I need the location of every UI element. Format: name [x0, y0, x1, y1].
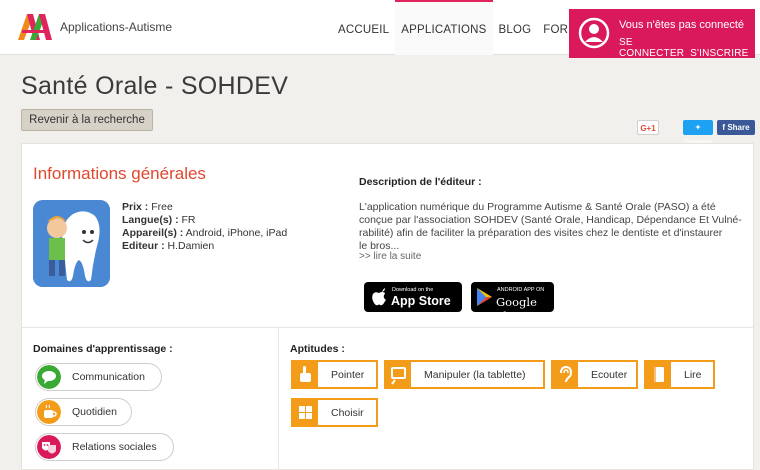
app-store-big-text: App Store	[391, 294, 451, 308]
facebook-share-button[interactable]: f Share	[717, 120, 755, 135]
google-play-big-text: Google play	[496, 295, 537, 323]
login-links: SE CONNECTER S'INSCRIRE	[619, 37, 755, 59]
aptitude-label: Choisir	[331, 407, 364, 419]
domain-quotidien[interactable]: Quotidien	[35, 398, 132, 426]
google-play-badge[interactable]: ANDROID APP ON Google play	[471, 282, 554, 323]
tablet-icon	[386, 362, 411, 387]
description-line: conçue par l'association SOHDEV (Santé O…	[359, 214, 742, 226]
domain-relations-sociales[interactable]: Relations sociales	[35, 433, 174, 461]
main-nav: ACCUEIL APPLICATIONS BLOG FORUM	[332, 0, 592, 55]
price-label: Prix :	[122, 201, 149, 213]
nav-applications[interactable]: APPLICATIONS	[395, 0, 493, 55]
tweet-button[interactable]: ✦ Tweeter	[683, 120, 713, 147]
description-text: L'application numérique du Programme Aut…	[359, 201, 751, 253]
aptitude-pointer[interactable]: Pointer	[291, 360, 378, 389]
devices-label: Appareil(s) :	[122, 227, 184, 239]
language-label: Langue(s) :	[122, 214, 179, 226]
theater-masks-icon	[37, 435, 61, 459]
google-play-icon	[477, 288, 492, 306]
aptitude-lire[interactable]: Lire	[644, 360, 715, 389]
apple-icon	[372, 288, 386, 306]
connect-link[interactable]: SE CONNECTER	[619, 37, 684, 59]
grid-icon	[293, 400, 318, 425]
domains-title: Domaines d'apprentissage :	[33, 343, 173, 355]
publisher-value: H.Damien	[167, 240, 215, 252]
domain-label: Quotidien	[72, 406, 117, 418]
section-divider	[22, 327, 753, 328]
aptitude-label: Manipuler (la tablette)	[424, 369, 526, 381]
page-title: Santé Orale - SOHDEV	[21, 72, 289, 100]
read-more-link[interactable]: >> lire la suite	[359, 251, 421, 262]
share-label: Share	[727, 123, 750, 132]
google-plus-button[interactable]: G+1	[637, 120, 659, 135]
register-link[interactable]: S'INSCRIRE	[690, 48, 748, 59]
description-title: Description de l'éditeur :	[359, 176, 482, 188]
back-to-search-button[interactable]: Revenir à la recherche	[21, 109, 153, 131]
domain-communication[interactable]: Communication	[35, 363, 162, 391]
aptitude-label: Lire	[684, 369, 702, 381]
domain-label: Relations sociales	[72, 441, 157, 453]
google-play-small-text: ANDROID APP ON	[497, 287, 545, 293]
coffee-cup-icon	[37, 400, 61, 424]
aptitude-manipuler[interactable]: Manipuler (la tablette)	[384, 360, 545, 389]
nav-accueil[interactable]: ACCUEIL	[332, 0, 395, 55]
aptitudes-title: Aptitudes :	[290, 343, 345, 355]
logo-icon[interactable]	[18, 14, 52, 40]
book-icon	[646, 362, 671, 387]
login-status: Vous n'êtes pas connecté	[619, 19, 745, 31]
ear-icon	[553, 362, 578, 387]
site-name[interactable]: Applications-Autisme	[60, 20, 172, 34]
aptitude-ecouter[interactable]: Ecouter	[551, 360, 638, 389]
facebook-icon: f	[722, 123, 726, 132]
devices-value: Android, iPhone, iPad	[185, 227, 288, 239]
app-icon	[33, 200, 110, 287]
user-icon	[578, 17, 610, 49]
language-value: FR	[181, 214, 196, 226]
domain-label: Communication	[72, 371, 145, 383]
login-box: Vous n'êtes pas connecté SE CONNECTER S'I…	[569, 9, 755, 59]
aptitude-label: Ecouter	[591, 369, 628, 381]
description-line: rabilité) afin de faciliter la préparati…	[359, 227, 723, 239]
speech-bubble-icon	[37, 365, 61, 389]
price-value: Free	[151, 201, 173, 213]
description-line: L'application numérique du Programme Aut…	[359, 201, 716, 213]
hand-icon	[293, 362, 318, 387]
nav-blog[interactable]: BLOG	[493, 0, 538, 55]
app-detail-card: Informations générales Prix : Free Langu…	[21, 143, 754, 470]
aptitude-choisir[interactable]: Choisir	[291, 398, 378, 427]
app-metadata: Prix : Free Langue(s) : FR Appareil(s) :…	[122, 201, 287, 253]
twitter-bird-icon: ✦	[694, 123, 702, 132]
publisher-label: Editeur :	[122, 240, 165, 252]
app-store-small-text: Download on the	[392, 287, 434, 293]
aptitude-label: Pointer	[331, 369, 365, 381]
app-store-badge[interactable]: Download on the App Store	[364, 282, 462, 312]
column-divider	[278, 328, 279, 470]
general-info-title: Informations générales	[33, 164, 206, 183]
top-navigation-bar: Applications-Autisme ACCUEIL APPLICATION…	[0, 0, 760, 59]
